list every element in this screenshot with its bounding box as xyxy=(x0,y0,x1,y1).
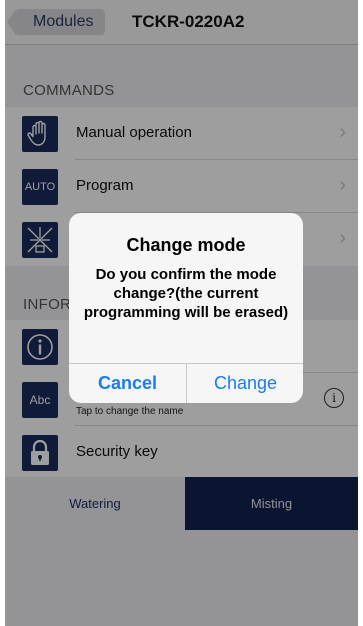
app-screen: Modules TCKR-0220A2 COMMANDS Manual oper… xyxy=(5,0,358,626)
dialog-title: Change mode xyxy=(126,235,246,255)
cancel-button[interactable]: Cancel xyxy=(69,363,186,403)
change-mode-dialog: Change mode Do you confirm the mode chan… xyxy=(69,213,303,403)
dialog-message: Do you confirm the mode change?(the curr… xyxy=(83,266,289,321)
change-button[interactable]: Change xyxy=(187,363,303,403)
